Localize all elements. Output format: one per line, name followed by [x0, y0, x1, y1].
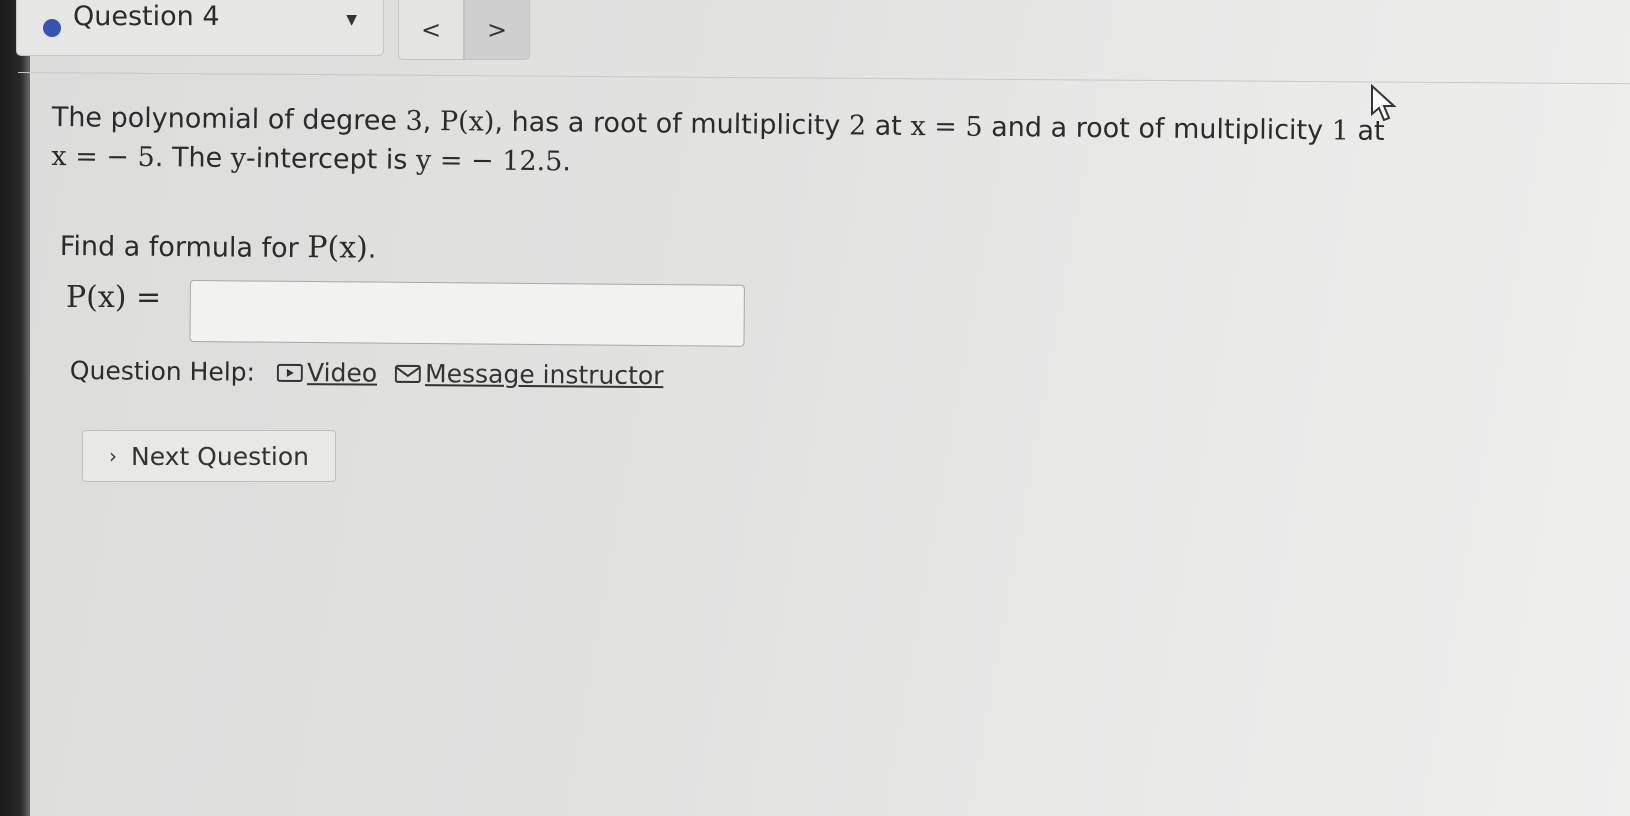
video-link-label: Video	[306, 358, 378, 388]
mouse-cursor-icon	[1371, 84, 1397, 122]
next-question-button[interactable]: › Next Question	[82, 430, 336, 482]
math-root: x = − 5	[51, 141, 155, 174]
status-dot-icon	[43, 18, 61, 37]
question-title: Question 4	[73, 1, 220, 32]
caret-down-icon[interactable]: ▼	[346, 12, 357, 28]
video-link[interactable]: Video	[277, 358, 377, 388]
chevron-right-icon: ›	[109, 444, 117, 468]
math-degree: 3	[405, 105, 423, 137]
next-question-label: Next Question	[131, 441, 310, 471]
screen-bezel	[0, 0, 30, 816]
problem-text: at	[865, 110, 911, 142]
problem-text: .	[562, 146, 572, 178]
message-instructor-link[interactable]: Message instructor	[395, 359, 664, 390]
find-text: .	[367, 233, 377, 265]
envelope-icon	[395, 364, 422, 383]
problem-text: ,	[422, 105, 441, 138]
math-multiplicity: 2	[848, 110, 867, 142]
problem-text: The polynomial of degree	[51, 101, 406, 137]
math-variable: y	[230, 143, 247, 175]
message-instructor-label: Message instructor	[424, 359, 664, 391]
next-question-arrow-button[interactable]: >	[464, 0, 530, 60]
question-selector[interactable]: Question 4 ▼	[16, 0, 384, 56]
problem-text: -intercept is	[245, 143, 417, 176]
answer-label: P(x) =	[66, 280, 162, 315]
answer-input[interactable]	[189, 280, 745, 347]
problem-statement: The polynomial of degree 3, P(x), has a …	[51, 98, 1412, 191]
find-text: Find a formula for	[59, 230, 308, 265]
math-root: x = 5	[910, 110, 983, 143]
question-help-label: Question Help:	[69, 356, 256, 387]
math-function: P(x)	[439, 106, 495, 138]
video-icon	[277, 363, 304, 382]
problem-text: , has a root of multiplicity	[494, 106, 850, 142]
math-multiplicity: 1	[1331, 115, 1350, 147]
math-function: P(x)	[307, 230, 368, 266]
header-divider	[17, 72, 1630, 85]
math-intercept: y = − 12.5	[415, 144, 563, 178]
previous-question-button[interactable]: <	[398, 0, 464, 60]
find-prompt: Find a formula for P(x).	[60, 228, 377, 266]
problem-text: . The	[154, 142, 231, 175]
question-help: Question Help: Video Message instructor	[70, 356, 664, 390]
problem-text: and a root of multiplicity	[982, 111, 1332, 147]
question-nav-buttons: < >	[398, 0, 530, 60]
